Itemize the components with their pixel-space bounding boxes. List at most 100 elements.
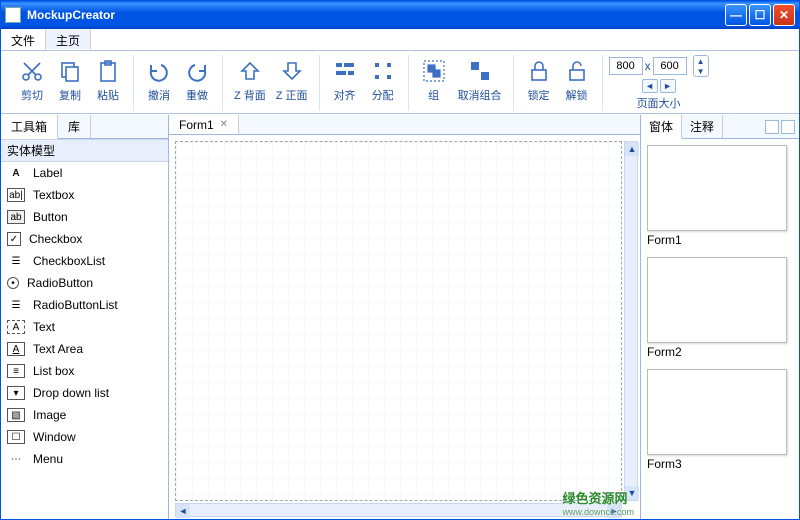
redo-icon xyxy=(183,57,211,85)
right-panel: 窗体 注释 Form1 Form2 Form3 xyxy=(641,115,799,519)
toolbox-section-header[interactable]: 实体模型 xyxy=(1,139,168,162)
page-next-button[interactable]: ► xyxy=(660,79,676,93)
view-thumb-icon[interactable] xyxy=(781,120,795,134)
thumbnail-form3[interactable] xyxy=(647,369,787,455)
checkboxlist-icon: ☰ xyxy=(7,254,25,268)
distribute-button[interactable]: 分配 xyxy=(364,55,402,105)
toolbox-item-textarea[interactable]: AText Area xyxy=(1,338,168,360)
radiolist-icon: ☰ xyxy=(7,298,25,312)
titlebar[interactable]: MockupCreator — ☐ ✕ xyxy=(1,1,799,29)
textarea-icon: A xyxy=(7,342,25,356)
undo-icon xyxy=(145,57,173,85)
thumbnail-form2[interactable] xyxy=(647,257,787,343)
text-icon: A xyxy=(7,320,25,334)
toolbox-item-checkboxlist[interactable]: ☰CheckboxList xyxy=(1,250,168,272)
thumb-label: Form1 xyxy=(647,233,793,247)
page-prev-button[interactable]: ◄ xyxy=(642,79,658,93)
unlock-button[interactable]: 解锁 xyxy=(558,55,596,105)
listbox-icon: ≡ xyxy=(7,364,25,378)
minimize-button[interactable]: — xyxy=(725,4,747,26)
radio-icon: • xyxy=(7,277,19,289)
canvas-area: ▲ ▼ ◄ ► 绿色资源网 www.downcc.com xyxy=(169,135,640,519)
tab-notes[interactable]: 注释 xyxy=(682,115,723,138)
toolbox-item-button[interactable]: abButton xyxy=(1,206,168,228)
redo-button[interactable]: 重做 xyxy=(178,55,216,105)
toolbox-item-textbox[interactable]: ab|Textbox xyxy=(1,184,168,206)
toolbox-item-dropdown[interactable]: ▾Drop down list xyxy=(1,382,168,404)
thumbnail-form1[interactable] xyxy=(647,145,787,231)
page-x-label: x xyxy=(645,59,651,73)
body: 工具箱 库 实体模型 ALabel ab|Textbox abButton ✓C… xyxy=(1,114,799,519)
group-button[interactable]: 组 xyxy=(415,55,453,105)
close-button[interactable]: ✕ xyxy=(773,4,795,26)
menu-file[interactable]: 文件 xyxy=(1,29,46,50)
lock-button[interactable]: 锁定 xyxy=(520,55,558,105)
toolbox-item-label[interactable]: ALabel xyxy=(1,162,168,184)
doc-tab-label: Form1 xyxy=(179,118,214,132)
menubar: 文件 主页 xyxy=(1,29,799,51)
toolbox-item-listbox[interactable]: ≡List box xyxy=(1,360,168,382)
doc-tab-form1[interactable]: Form1 ✕ xyxy=(169,115,239,134)
tab-library[interactable]: 库 xyxy=(58,115,91,138)
scroll-left-icon[interactable]: ◄ xyxy=(176,504,190,518)
image-icon: ▧ xyxy=(7,408,25,422)
zfront-button[interactable]: Z 正面 xyxy=(271,55,313,105)
undo-button[interactable]: 撤消 xyxy=(140,55,178,105)
center-panel: Form1 ✕ ▲ ▼ ◄ ► 绿色资源网 www.downcc.com xyxy=(169,115,641,519)
toolbox-item-menu[interactable]: ⋯Menu xyxy=(1,448,168,470)
scroll-right-icon[interactable]: ► xyxy=(607,504,621,518)
align-button[interactable]: 对齐 xyxy=(326,55,364,105)
copy-icon xyxy=(56,57,84,85)
pagesize-spinner[interactable]: ▲▼ xyxy=(693,55,709,77)
toolbox-item-window[interactable]: ☐Window xyxy=(1,426,168,448)
button-icon: ab xyxy=(7,210,25,224)
thumb-label: Form2 xyxy=(647,345,793,359)
copy-button[interactable]: 复制 xyxy=(51,55,89,105)
paste-button[interactable]: 粘贴 xyxy=(89,55,127,105)
bring-front-icon xyxy=(278,57,306,85)
menu-icon: ⋯ xyxy=(7,452,25,466)
toolbox-item-radiobutton[interactable]: •RadioButton xyxy=(1,272,168,294)
label-icon: A xyxy=(7,166,25,180)
toolbox-item-image[interactable]: ▧Image xyxy=(1,404,168,426)
ungroup-icon xyxy=(466,57,494,85)
pagesize-label: 页面大小 xyxy=(637,95,681,111)
toolbox-item-checkbox[interactable]: ✓Checkbox xyxy=(1,228,168,250)
group-icon xyxy=(420,57,448,85)
window-icon: ☐ xyxy=(7,430,25,444)
cut-button[interactable]: 剪切 xyxy=(13,55,51,105)
view-list-icon[interactable] xyxy=(765,120,779,134)
page-width-input[interactable] xyxy=(609,57,643,75)
scroll-up-icon[interactable]: ▲ xyxy=(625,142,639,156)
pagesize-group: x ▲▼ ◄ ► 页面大小 xyxy=(603,55,715,111)
tab-toolbox[interactable]: 工具箱 xyxy=(1,115,58,139)
unlock-icon xyxy=(563,57,591,85)
toolbox-item-radiobuttonlist[interactable]: ☰RadioButtonList xyxy=(1,294,168,316)
menu-home[interactable]: 主页 xyxy=(46,29,91,50)
thumb-label: Form3 xyxy=(647,457,793,471)
tab-forms[interactable]: 窗体 xyxy=(641,115,682,139)
scroll-down-icon[interactable]: ▼ xyxy=(625,486,639,500)
vertical-scrollbar[interactable]: ▲ ▼ xyxy=(624,141,638,501)
horizontal-scrollbar[interactable]: ◄ ► xyxy=(175,503,622,517)
paste-icon xyxy=(94,57,122,85)
thumbnails: Form1 Form2 Form3 xyxy=(641,139,799,519)
app-window: MockupCreator — ☐ ✕ 文件 主页 剪切 复制 粘贴 xyxy=(0,0,800,520)
toolbox-list: ALabel ab|Textbox abButton ✓Checkbox ☰Ch… xyxy=(1,162,168,519)
design-canvas[interactable] xyxy=(175,141,622,501)
dropdown-icon: ▾ xyxy=(7,386,25,400)
align-icon xyxy=(331,57,359,85)
close-icon[interactable]: ✕ xyxy=(220,119,228,130)
maximize-button[interactable]: ☐ xyxy=(749,4,771,26)
window-title: MockupCreator xyxy=(27,8,115,22)
lock-icon xyxy=(525,57,553,85)
send-back-icon xyxy=(236,57,264,85)
page-height-input[interactable] xyxy=(653,57,687,75)
zback-button[interactable]: Z 背面 xyxy=(229,55,271,105)
textbox-icon: ab| xyxy=(7,188,25,202)
ungroup-button[interactable]: 取消组合 xyxy=(453,55,507,105)
toolbox-item-text[interactable]: AText xyxy=(1,316,168,338)
checkbox-icon: ✓ xyxy=(7,232,21,246)
scissors-icon xyxy=(18,57,46,85)
distribute-icon xyxy=(369,57,397,85)
